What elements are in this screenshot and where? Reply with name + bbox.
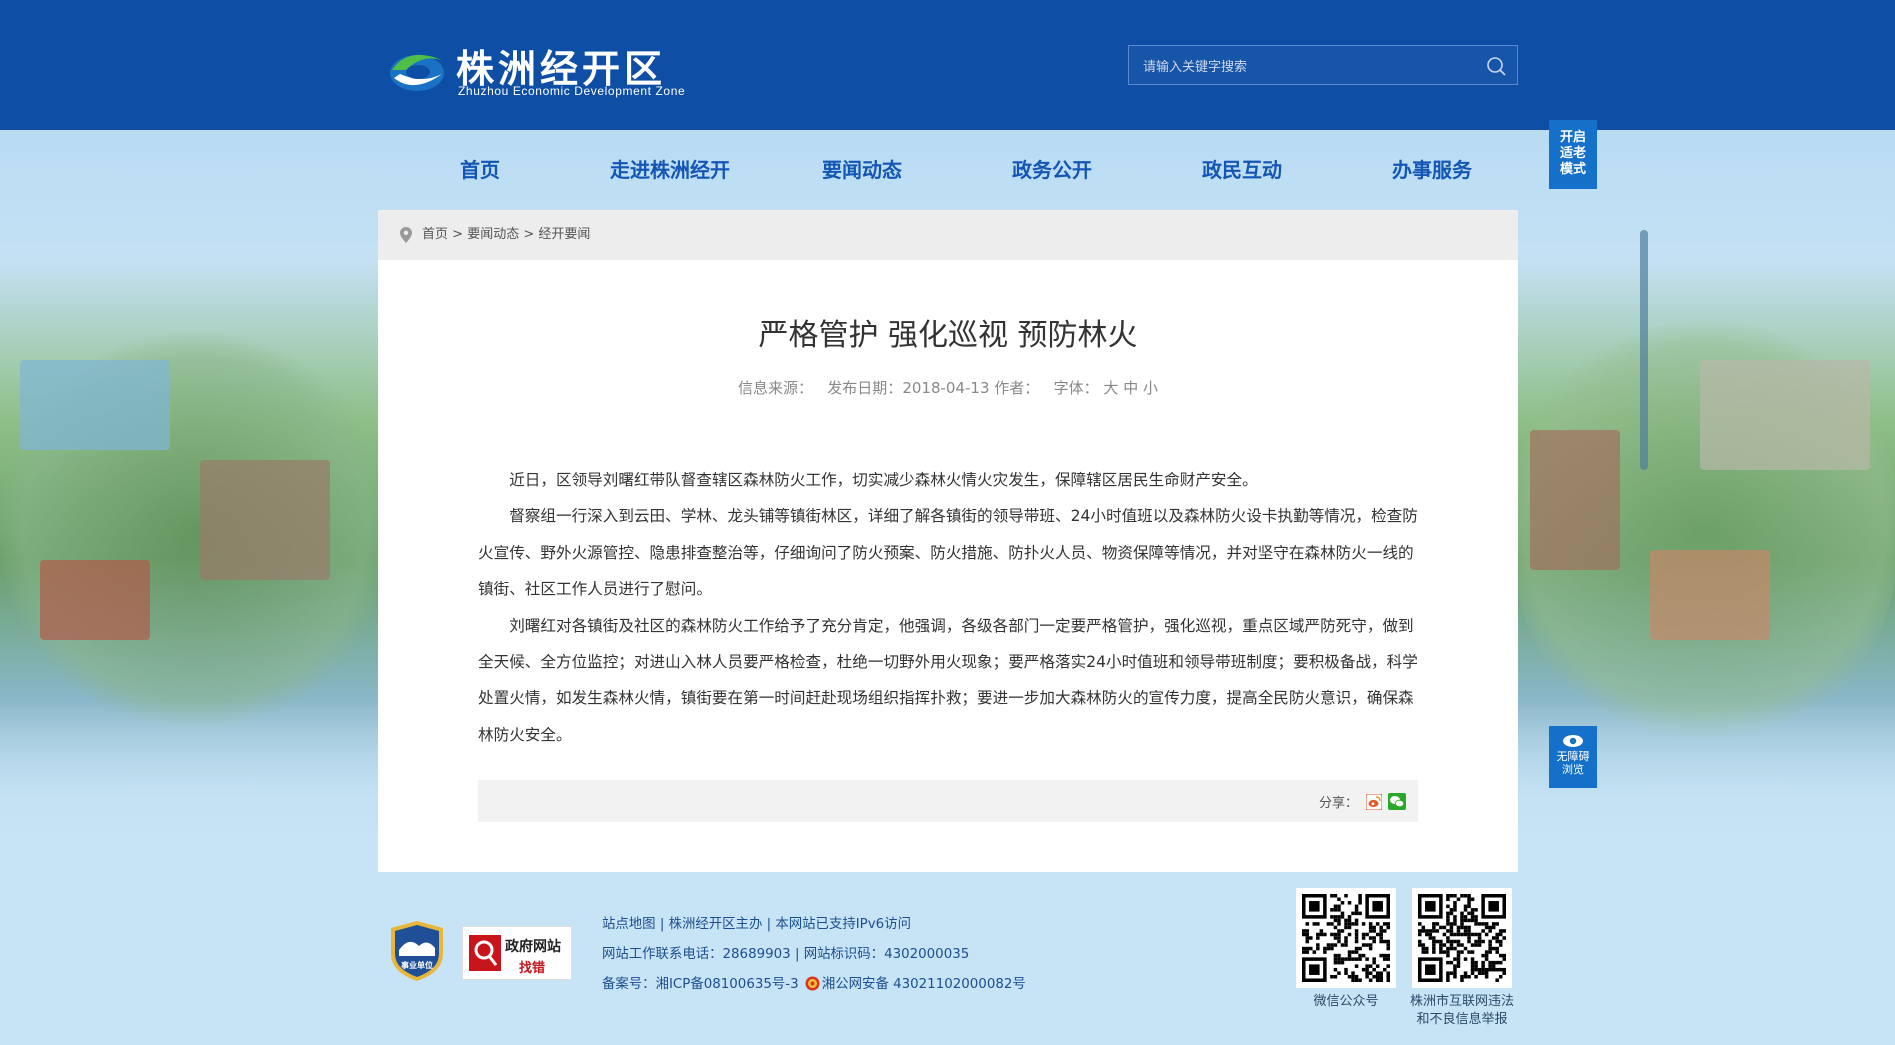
footer-link-sitemap[interactable]: 站点地图 xyxy=(602,917,656,932)
article-paragraph: 刘曙红对各镇街及社区的森林防火工作给予了充分肯定，他强调，各级各部门一定要严格管… xyxy=(478,616,1418,744)
footer-link-host[interactable]: 株洲经开区主办 xyxy=(669,917,763,932)
font-size-medium[interactable]: 中 xyxy=(1123,379,1138,397)
nav-public-interaction[interactable]: 政民互动 xyxy=(1182,150,1302,190)
date-label: 发布日期： xyxy=(827,379,903,397)
footer-link-separator: | xyxy=(659,917,665,932)
site-code: 4302000035 xyxy=(884,947,970,962)
breadcrumb-zone-news[interactable]: 经开要闻 xyxy=(538,227,590,242)
site-logo-english: Zhuzhou Economic Development Zone xyxy=(458,84,686,98)
wechat-share-icon[interactable] xyxy=(1388,793,1406,810)
govt-badge-line2: 找错 xyxy=(519,961,546,976)
location-pin-icon xyxy=(400,227,412,243)
scenery-tower xyxy=(1640,230,1648,470)
scenery-building xyxy=(1700,360,1870,470)
govt-site-error-badge[interactable]: 政府网站 找错 xyxy=(462,926,572,980)
qr-code-image xyxy=(1302,894,1390,982)
wechat-qr-label: 微信公众号 xyxy=(1313,994,1379,1009)
article-meta: 信息来源： 发布日期：2018-04-13 作者： 字体： 大 中 小 xyxy=(378,377,1518,398)
share-bar: 分享： xyxy=(478,780,1418,822)
nav-home[interactable]: 首页 xyxy=(430,150,530,190)
scenery-building xyxy=(20,360,170,450)
scenery-building xyxy=(1530,430,1620,570)
govt-badge-line1: 政府网站 xyxy=(505,939,561,955)
article-paragraph: 近日，区领导刘曙红带队督查辖区森林防火工作，切实减少森林火情火灾发生，保障辖区居… xyxy=(509,471,1258,489)
accessibility-text: 无障碍 xyxy=(1556,750,1590,763)
phone-label: 网站工作联系电话： xyxy=(602,947,723,962)
breadcrumb: 首页 > 要闻动态 > 经开要闻 xyxy=(378,210,1518,260)
font-size-label: 字体： xyxy=(1053,379,1099,397)
breadcrumb-home[interactable]: 首页 xyxy=(422,227,448,242)
badge-shield-text: 事业单位 xyxy=(401,960,433,970)
site-code-label: 网站标识码： xyxy=(803,947,885,962)
elder-mode-text: 模式 xyxy=(1559,162,1586,177)
publish-date: 2018-04-13 xyxy=(902,379,990,397)
weibo-share-icon[interactable] xyxy=(1366,794,1382,810)
breadcrumb-news[interactable]: 要闻动态 xyxy=(467,227,519,242)
site-logo-icon xyxy=(390,54,444,91)
breadcrumb-separator: > xyxy=(452,227,464,242)
public-institution-badge-icon[interactable]: 事业单位 xyxy=(389,920,445,982)
accessibility-button[interactable]: 无障碍 浏览 xyxy=(1549,726,1597,788)
breadcrumb-separator: > xyxy=(523,227,535,242)
report-qr-label-line: 株洲市互联网违法 xyxy=(1409,994,1514,1009)
nav-services[interactable]: 办事服务 xyxy=(1372,150,1492,190)
scenery-building xyxy=(40,560,150,640)
magnifier-icon xyxy=(469,935,501,971)
footer-contact-row: 网站工作联系电话：28689903 | 网站标识码：4302000035 xyxy=(602,940,1026,970)
author-label: 作者： xyxy=(994,379,1040,397)
search-box xyxy=(1128,45,1518,85)
eye-icon xyxy=(1563,735,1583,747)
article-paragraph: 督察组一行深入到云田、学林、龙头铺等镇街林区，详细了解各镇街的领导带班、24小时… xyxy=(478,507,1418,599)
accessibility-text: 浏览 xyxy=(1562,763,1584,776)
main-nav: 首页 走进株洲经开 要闻动态 政务公开 政民互动 办事服务 xyxy=(410,150,1490,190)
icp-label: 备案号： xyxy=(602,977,656,992)
nav-about-zone[interactable]: 走进株洲经开 xyxy=(590,150,750,190)
site-header: 株洲经开区 Zhuzhou Economic Development Zone xyxy=(0,0,1895,130)
footer-info: 站点地图 | 株洲经开区主办 | 本网站已支持IPv6访问 网站工作联系电话：2… xyxy=(602,910,1026,1000)
share-label: 分享： xyxy=(1318,796,1358,811)
footer-link-separator: | xyxy=(794,947,800,962)
phone-number: 28689903 xyxy=(722,947,791,962)
scenery-building xyxy=(200,460,330,580)
police-record-number[interactable]: 湘公网安备 43021102000082号 xyxy=(822,977,1026,992)
icp-number[interactable]: 湘ICP备08100635号-3 xyxy=(656,977,799,992)
report-qr-label: 株洲市互联网违法 和不良信息举报 xyxy=(1392,993,1532,1029)
elder-mode-text: 开启 xyxy=(1559,130,1586,145)
article-body: 近日，区领导刘曙红带队督查辖区森林防火工作，切实减少森林火情火灾发生，保障辖区居… xyxy=(478,462,1420,753)
nav-government-affairs[interactable]: 政务公开 xyxy=(992,150,1112,190)
font-size-large[interactable]: 大 xyxy=(1103,379,1118,397)
footer-link-separator: | xyxy=(766,917,772,932)
scenery-building xyxy=(1650,550,1770,640)
font-size-small[interactable]: 小 xyxy=(1143,379,1158,397)
elder-mode-text: 适老 xyxy=(1559,146,1586,161)
elder-mode-button[interactable]: 开启 适老 模式 xyxy=(1549,120,1597,189)
source-label: 信息来源： xyxy=(737,379,813,397)
search-icon[interactable] xyxy=(1485,55,1507,77)
footer-links-row: 站点地图 | 株洲经开区主办 | 本网站已支持IPv6访问 xyxy=(602,910,1026,940)
nav-news[interactable]: 要闻动态 xyxy=(802,150,922,190)
article-panel: 首页 > 要闻动态 > 经开要闻 严格管护 强化巡视 预防林火 信息来源： 发布… xyxy=(378,210,1518,872)
qr-code-image xyxy=(1418,894,1506,982)
footer-link-ipv6[interactable]: 本网站已支持IPv6访问 xyxy=(775,917,911,932)
report-qr-label-line: 和不良信息举报 xyxy=(1416,1012,1508,1027)
police-badge-icon xyxy=(805,976,820,991)
search-input[interactable] xyxy=(1143,55,1463,77)
wechat-qr-code xyxy=(1296,888,1396,988)
footer-icp-row: 备案号：湘ICP备08100635号-3 湘公网安备 4302110200008… xyxy=(602,970,1026,1000)
article-title: 严格管护 强化巡视 预防林火 xyxy=(758,318,1138,353)
report-qr-code xyxy=(1412,888,1512,988)
